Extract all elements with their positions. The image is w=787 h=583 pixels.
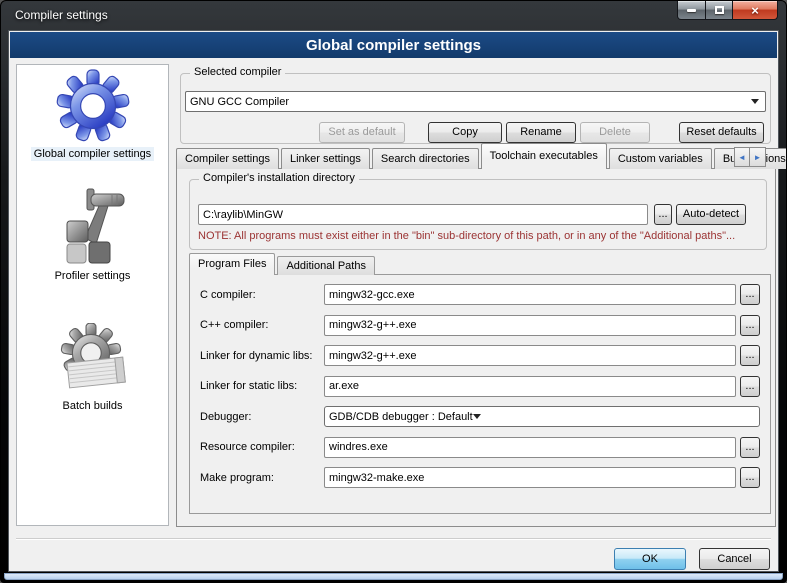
tab-linker-settings[interactable]: Linker settings xyxy=(281,148,370,169)
installation-note: NOTE: All programs must exist either in … xyxy=(198,230,735,242)
dialog-client-area: Global compiler settings xyxy=(8,30,779,572)
sidebar-item-global-compiler-settings[interactable]: Global compiler settings xyxy=(17,67,168,161)
minimize-button[interactable] xyxy=(677,1,706,20)
blue-gear-icon xyxy=(55,67,131,145)
chevron-down-icon xyxy=(751,99,759,104)
debugger-select[interactable]: GDB/CDB debugger : Default xyxy=(324,406,760,427)
c-compiler-input[interactable] xyxy=(324,284,736,305)
maximize-button[interactable] xyxy=(706,1,733,20)
title-bar[interactable]: Compiler settings × xyxy=(1,1,786,30)
window-bottom-frame xyxy=(4,573,783,580)
field-row-linker-static: Linker for static libs: ... xyxy=(200,376,760,397)
selected-compiler-legend: Selected compiler xyxy=(190,66,285,78)
field-row-linker-dynamic: Linker for dynamic libs: ... xyxy=(200,345,760,366)
field-row-c-compiler: C compiler: ... xyxy=(200,284,760,305)
minimize-icon xyxy=(687,9,696,12)
selected-compiler-group: Selected compiler GNU GCC Compiler Set a… xyxy=(180,73,771,144)
installation-directory-legend: Compiler's installation directory xyxy=(199,172,359,184)
tab-custom-variables[interactable]: Custom variables xyxy=(609,148,712,169)
program-tabs: Program Files Additional Paths xyxy=(189,253,377,275)
gray-gear-stack-icon xyxy=(55,323,131,397)
cancel-button[interactable]: Cancel xyxy=(699,548,770,570)
debugger-label: Debugger: xyxy=(200,411,324,423)
field-row-debugger: Debugger: GDB/CDB debugger : Default xyxy=(200,406,760,427)
make-program-input[interactable] xyxy=(324,467,736,488)
close-icon: × xyxy=(751,4,759,17)
linker-static-browse-button[interactable]: ... xyxy=(740,376,760,397)
rename-button[interactable]: Rename xyxy=(506,122,576,143)
auto-detect-button[interactable]: Auto-detect xyxy=(676,204,746,225)
linker-static-input[interactable] xyxy=(324,376,736,397)
compiler-tabs: Compiler settings Linker settings Search… xyxy=(176,143,787,169)
page-title: Global compiler settings xyxy=(306,37,481,54)
cpp-compiler-browse-button[interactable]: ... xyxy=(740,315,760,336)
copy-button[interactable]: Copy xyxy=(428,122,502,143)
tab-compiler-settings[interactable]: Compiler settings xyxy=(176,148,279,169)
make-program-browse-button[interactable]: ... xyxy=(740,467,760,488)
tab-scroll-left-icon[interactable]: ◄ xyxy=(734,147,750,167)
caliper-blocks-icon xyxy=(56,187,130,267)
sidebar-item-label: Global compiler settings xyxy=(31,147,154,161)
cpp-compiler-label: C++ compiler: xyxy=(200,319,324,331)
maximize-icon xyxy=(715,6,724,14)
c-compiler-label: C compiler: xyxy=(200,289,324,301)
tab-additional-paths[interactable]: Additional Paths xyxy=(277,256,375,275)
linker-static-label: Linker for static libs: xyxy=(200,380,324,392)
window-title: Compiler settings xyxy=(15,8,108,22)
compiler-select[interactable]: GNU GCC Compiler xyxy=(185,91,766,112)
debugger-select-value: GDB/CDB debugger : Default xyxy=(329,411,473,423)
tab-scroll-buttons: ◄ ► xyxy=(734,147,766,167)
reset-defaults-button[interactable]: Reset defaults xyxy=(679,122,764,143)
ok-button[interactable]: OK xyxy=(614,548,686,570)
settings-category-list: Global compiler settings xyxy=(16,64,169,526)
compiler-select-value: GNU GCC Compiler xyxy=(190,96,751,108)
c-compiler-browse-button[interactable]: ... xyxy=(740,284,760,305)
resource-compiler-input[interactable] xyxy=(324,437,736,458)
installation-directory-group: Compiler's installation directory ... Au… xyxy=(189,179,767,250)
set-as-default-button[interactable]: Set as default xyxy=(319,122,405,143)
linker-dynamic-label: Linker for dynamic libs: xyxy=(200,350,324,362)
resource-compiler-label: Resource compiler: xyxy=(200,441,324,453)
toolchain-executables-panel: Compiler's installation directory ... Au… xyxy=(176,168,776,527)
linker-dynamic-input[interactable] xyxy=(324,345,736,366)
field-row-resource-compiler: Resource compiler: ... xyxy=(200,437,760,458)
installation-directory-input[interactable] xyxy=(198,204,648,225)
footer-divider xyxy=(16,538,771,540)
tab-toolchain-executables[interactable]: Toolchain executables xyxy=(481,143,607,169)
cpp-compiler-input[interactable] xyxy=(324,315,736,336)
make-program-label: Make program: xyxy=(200,472,324,484)
delete-button[interactable]: Delete xyxy=(580,122,650,143)
sidebar-item-profiler-settings[interactable]: Profiler settings xyxy=(17,187,168,283)
page-header: Global compiler settings xyxy=(10,32,777,58)
tab-program-files[interactable]: Program Files xyxy=(189,253,275,275)
sidebar-item-batch-builds[interactable]: Batch builds xyxy=(17,323,168,413)
tab-search-directories[interactable]: Search directories xyxy=(372,148,479,169)
chevron-down-icon xyxy=(473,414,481,419)
sidebar-item-label: Profiler settings xyxy=(52,269,134,283)
field-row-cpp-compiler: C++ compiler: ... xyxy=(200,315,760,336)
browse-directory-button[interactable]: ... xyxy=(654,204,672,225)
sidebar-item-label: Batch builds xyxy=(60,399,126,413)
compiler-settings-dialog: Compiler settings × Global compiler sett… xyxy=(0,0,787,583)
program-files-panel: C compiler: ... C++ compiler: ... Linker… xyxy=(189,274,771,514)
close-button[interactable]: × xyxy=(733,1,778,20)
linker-dynamic-browse-button[interactable]: ... xyxy=(740,345,760,366)
tab-scroll-right-icon[interactable]: ► xyxy=(750,147,766,167)
field-row-make-program: Make program: ... xyxy=(200,467,760,488)
resource-compiler-browse-button[interactable]: ... xyxy=(740,437,760,458)
